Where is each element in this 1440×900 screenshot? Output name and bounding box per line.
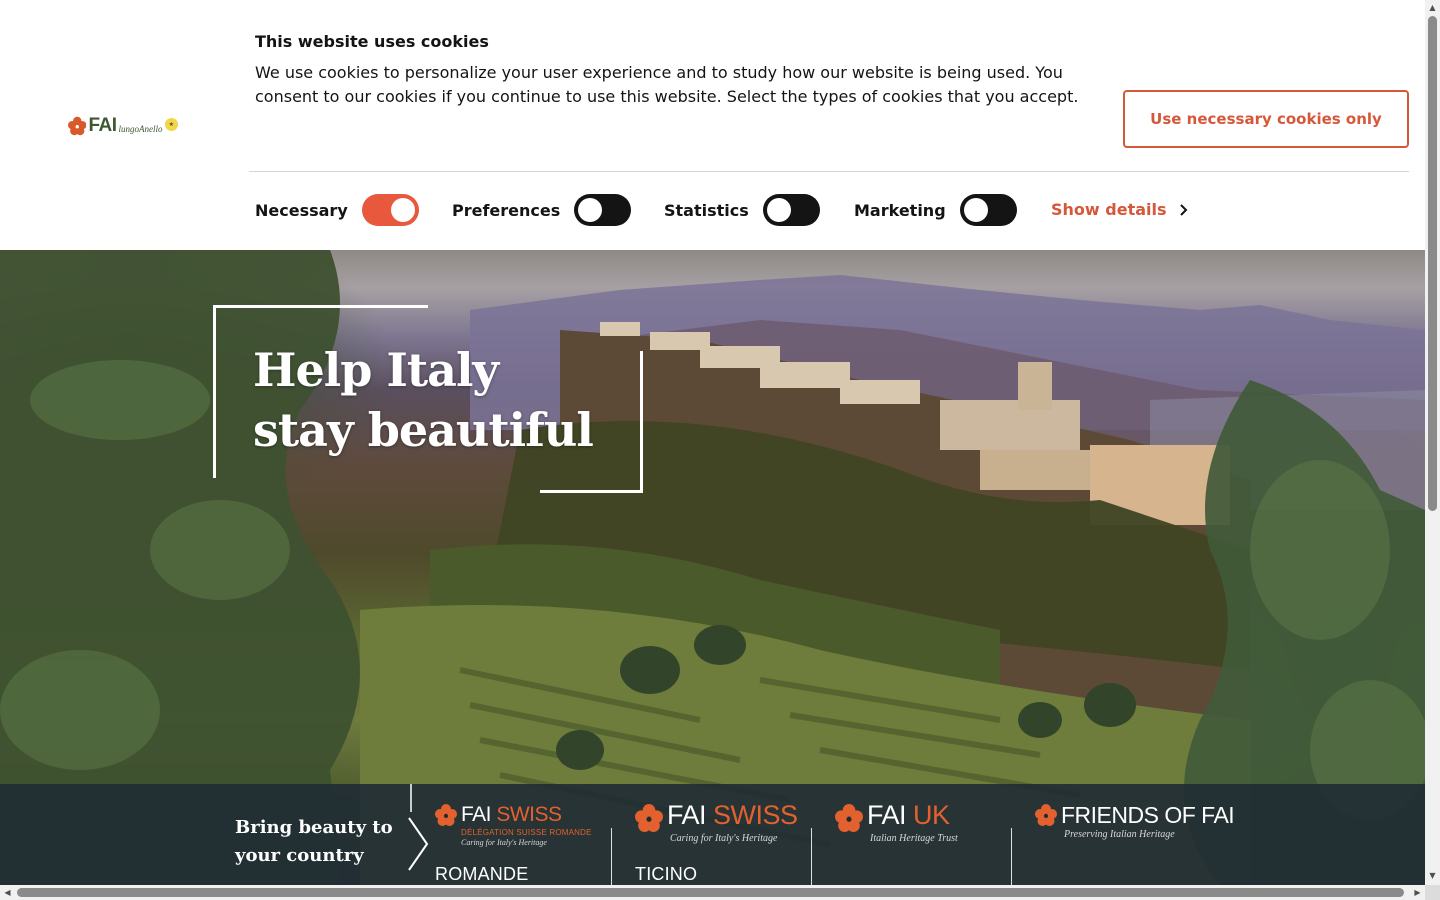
toggle-knob [766, 198, 791, 222]
show-details-link[interactable]: Show details [1051, 200, 1189, 219]
statistics-toggle[interactable] [762, 194, 820, 226]
horizontal-scroll-thumb[interactable] [17, 888, 1404, 897]
cookie-title: This website uses cookies [255, 32, 489, 51]
toggle-marketing: Marketing [854, 194, 1017, 226]
scrollbar-corner [1425, 885, 1440, 900]
org-separator [1011, 828, 1012, 888]
org-fai-swiss-romande[interactable]: FAI SWISS DÉLÉGATION SUISSE ROMANDE Cari… [435, 802, 592, 892]
org-tagline: Caring for Italy's Heritage [670, 833, 778, 844]
org-label: TICINO [635, 864, 698, 884]
scroll-left-icon[interactable]: ◀ [0, 885, 15, 900]
fai-flower-icon [635, 804, 663, 832]
scroll-up-icon[interactable]: ▲ [1425, 0, 1440, 15]
site-logo[interactable]: FAI lungoAnello ★ [68, 111, 178, 141]
headline-frame-left [213, 306, 216, 478]
toggle-label: Statistics [664, 200, 749, 220]
logo-badge-icon: ★ [164, 117, 178, 131]
headline-frame-top [213, 305, 428, 308]
toggle-label: Marketing [854, 200, 946, 220]
arrow-right-icon [408, 784, 429, 871]
fai-flower-icon [1035, 804, 1057, 826]
toggle-knob [578, 198, 603, 222]
toggle-preferences: Preferences [452, 194, 632, 226]
toggle-knob [390, 198, 415, 222]
preferences-toggle[interactable] [574, 194, 632, 226]
country-strip-title: Bring beauty to your country [235, 817, 393, 866]
headline-line-2: stay beautiful [253, 403, 594, 457]
marketing-toggle[interactable] [959, 194, 1017, 226]
toggle-statistics: Statistics [664, 194, 820, 226]
logo-script: lungoAnello [118, 124, 163, 134]
show-details-label: Show details [1051, 200, 1167, 219]
org-tagline: Preserving Italian Heritage [1064, 829, 1175, 840]
org-fai-uk[interactable]: FAI UK Italian Heritage Trust [835, 802, 958, 892]
vertical-scrollbar[interactable]: ▲ ▼ [1425, 0, 1440, 885]
org-name: FAI [867, 800, 907, 830]
use-necessary-cookies-button[interactable]: Use necessary cookies only [1123, 90, 1409, 148]
fai-flower-icon [68, 116, 87, 136]
cookie-description: We use cookies to personalize your user … [255, 63, 1079, 106]
cookie-divider [249, 171, 1409, 172]
horizontal-scrollbar[interactable]: ◀ ▶ [0, 885, 1440, 900]
headline-line-1: Help Italy [253, 343, 499, 397]
toggle-knob [963, 198, 988, 222]
org-separator [611, 828, 612, 888]
org-separator [811, 828, 812, 888]
country-strip: Bring beauty to your country FAI SWISS D… [0, 784, 1425, 888]
org-accent: SWISS [713, 800, 798, 830]
hero-headline: Help Italy stay beautiful [253, 340, 594, 460]
fai-flower-icon [835, 804, 863, 832]
org-name: FAI [461, 803, 492, 826]
headline-frame-bottom [540, 490, 643, 493]
scroll-down-icon[interactable]: ▼ [1425, 868, 1440, 883]
org-accent: SWISS [496, 803, 562, 826]
toggle-label: Preferences [452, 200, 561, 220]
vertical-scroll-thumb[interactable] [1428, 16, 1437, 511]
headline-frame-right [640, 351, 643, 493]
toggle-necessary: Necessary [255, 194, 419, 226]
logo-text: FAI [88, 115, 117, 136]
scroll-right-icon[interactable]: ▶ [1410, 885, 1425, 900]
org-accent: UK [913, 800, 950, 830]
org-label: ROMANDE [435, 864, 529, 884]
org-name: FRIENDS OF FAI [1061, 802, 1235, 828]
toggle-label: Necessary [255, 200, 348, 220]
org-friends-of-fai[interactable]: FRIENDS OF FAI Preserving Italian Herita… [1035, 802, 1235, 892]
org-tagline: Italian Heritage Trust [870, 833, 958, 844]
org-subline: DÉLÉGATION SUISSE ROMANDE [461, 828, 592, 837]
necessary-toggle[interactable] [361, 194, 419, 226]
cookie-banner: FAI lungoAnello ★ This website uses cook… [0, 0, 1425, 250]
chevron-right-icon [1179, 203, 1187, 216]
org-name: FAI [667, 800, 707, 830]
fai-flower-icon [435, 804, 457, 826]
org-tagline: Caring for Italy's Heritage [461, 838, 547, 847]
org-fai-swiss-ticino[interactable]: FAI SWISS Caring for Italy's Heritage TI… [635, 802, 798, 892]
